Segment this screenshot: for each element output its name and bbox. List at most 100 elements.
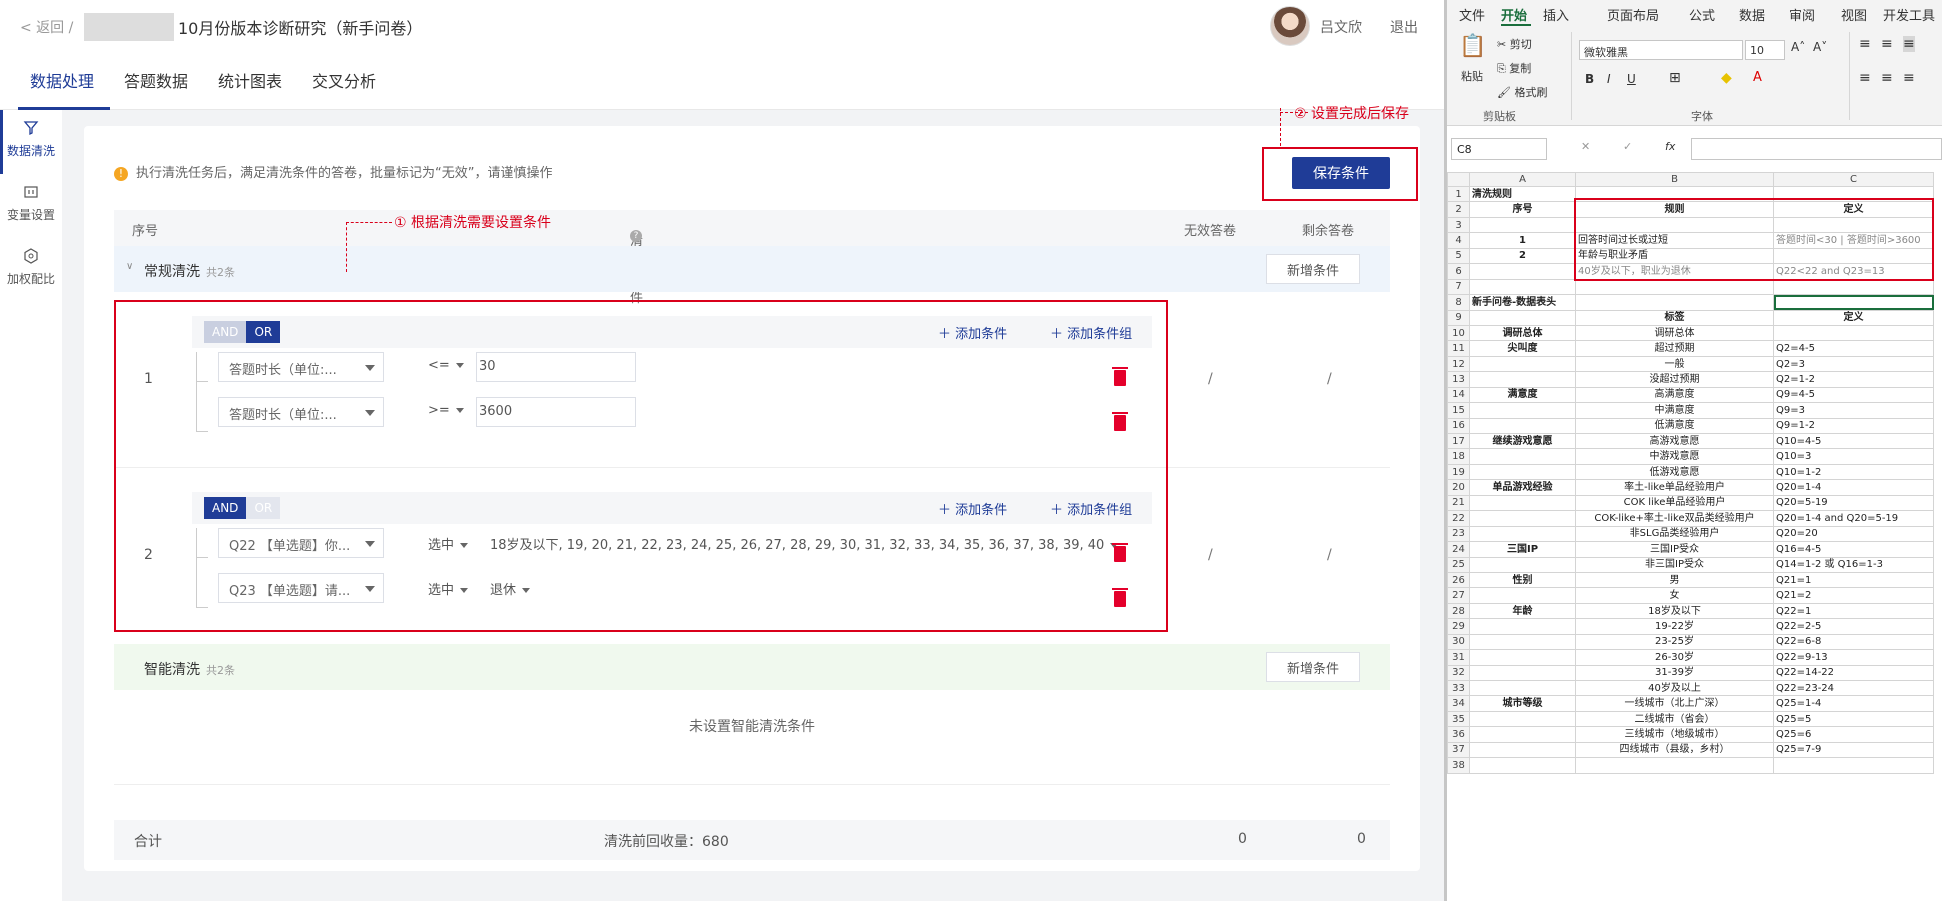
sheet-cell[interactable] <box>1469 525 1576 543</box>
sheet-cell[interactable]: Q2=4-5 <box>1773 340 1934 357</box>
row-header[interactable]: 24 <box>1447 541 1470 558</box>
value-input[interactable]: 30 <box>476 352 636 382</box>
sheet-cell[interactable]: 单品游戏经验 <box>1469 479 1576 496</box>
field-select[interactable]: Q22 【单选题】你... <box>218 528 384 558</box>
sheet-cell[interactable]: Q22=2-5 <box>1773 618 1934 635</box>
sheet-cell[interactable] <box>1469 278 1576 296</box>
sheet-cell[interactable]: 低满意度 <box>1575 417 1774 435</box>
align-middle-icon[interactable]: ≡ <box>1881 36 1893 52</box>
sheet-cell[interactable]: 城市等级 <box>1469 695 1576 712</box>
cancel-icon[interactable]: ✕ <box>1581 140 1590 153</box>
sheet-cell[interactable]: Q22=6-8 <box>1773 633 1934 651</box>
sheet-cell[interactable]: 非三国IP受众 <box>1575 556 1774 573</box>
sheet-cell[interactable]: 一般 <box>1575 355 1774 373</box>
fill-color-icon[interactable]: ◆ <box>1721 70 1732 86</box>
sheet-table[interactable]: A B C 1 清洗规则 2 序号 规则 定义 3 4 1 回答时间过长或过短 答题时间<30 | 答题时… <box>1447 172 1934 774</box>
field-select[interactable]: 答题时长（单位:... <box>218 352 384 382</box>
avatar[interactable] <box>1270 6 1310 46</box>
and-or-toggle[interactable]: AND OR <box>204 321 281 343</box>
menu-insert[interactable]: 插入 <box>1543 5 1569 24</box>
row-header[interactable]: 15 <box>1447 402 1470 419</box>
sheet-cell[interactable] <box>1469 309 1576 326</box>
row-header[interactable]: 23 <box>1447 525 1470 543</box>
value-input[interactable]: 3600 <box>476 397 636 427</box>
row-header[interactable]: 36 <box>1447 726 1470 743</box>
row-header[interactable]: 29 <box>1447 618 1470 635</box>
chevron-down-icon[interactable]: ∨ <box>126 261 133 272</box>
menu-formulas[interactable]: 公式 <box>1689 5 1715 24</box>
sheet-cell[interactable] <box>1575 216 1774 234</box>
sheet-cell[interactable]: Q25=7-9 <box>1773 741 1934 759</box>
sheet-cell[interactable]: 率土-like单品经验用户 <box>1575 479 1774 496</box>
sheet-cell[interactable] <box>1773 757 1934 774</box>
row-header[interactable]: 27 <box>1447 587 1470 604</box>
formula-input[interactable] <box>1691 138 1942 160</box>
sheet-cell[interactable]: 31-39岁 <box>1575 664 1774 682</box>
sheet-cell[interactable] <box>1575 757 1774 774</box>
tab-charts[interactable]: 统计图表 <box>218 68 282 92</box>
row-header[interactable]: 35 <box>1447 710 1470 728</box>
sheet-cell[interactable]: COK-like+率土-like双品类经验用户 <box>1575 510 1774 527</box>
sheet-cell[interactable] <box>1773 185 1934 203</box>
align-bottom-icon[interactable]: ≡ <box>1903 36 1915 52</box>
font-color-icon[interactable]: A <box>1753 70 1762 85</box>
row-header[interactable]: 30 <box>1447 633 1470 651</box>
underline-button[interactable]: U <box>1627 72 1636 86</box>
tab-data-processing[interactable]: 数据处理 <box>30 68 94 92</box>
option-multiselect[interactable]: 18岁及以下, 19, 20, 21, 22, 23, 24, 25, 26, … <box>490 534 1119 553</box>
sheet-cell[interactable]: 定义 <box>1773 201 1934 218</box>
menu-page-layout[interactable]: 页面布局 <box>1607 5 1659 24</box>
confirm-icon[interactable]: ✓ <box>1623 140 1632 153</box>
field-select[interactable]: Q23 【单选题】请... <box>218 573 384 603</box>
sheet-cell[interactable]: 规则 <box>1575 201 1774 218</box>
sheet-cell[interactable] <box>1469 371 1576 388</box>
menu-view[interactable]: 视图 <box>1841 5 1867 24</box>
align-center-icon[interactable]: ≡ <box>1881 70 1893 86</box>
sheet-cell[interactable] <box>1469 556 1576 573</box>
operator-select[interactable]: >= <box>428 403 464 418</box>
tab-cross-analysis[interactable]: 交叉分析 <box>312 68 376 92</box>
sheet-cell[interactable]: 非SLG品类经验用户 <box>1575 525 1774 543</box>
sheet-cell[interactable]: 超过预期 <box>1575 340 1774 357</box>
sheet-cell[interactable]: Q14=1-2 或 Q16=1-3 <box>1773 556 1934 573</box>
sheet-cell[interactable] <box>1575 185 1774 203</box>
delete-icon[interactable] <box>1112 543 1128 562</box>
sheet-cell[interactable]: 调研总体 <box>1469 324 1576 342</box>
sheet-cell[interactable] <box>1469 463 1576 481</box>
sheet-cell[interactable]: 标签 <box>1575 309 1774 326</box>
add-condition-button[interactable]: ＋ 添加条件 <box>938 499 1007 518</box>
row-header[interactable]: 3 <box>1447 216 1470 234</box>
or-option[interactable]: OR <box>246 497 281 519</box>
and-option[interactable]: AND <box>204 497 247 519</box>
sheet-cell[interactable]: Q25=6 <box>1773 726 1934 743</box>
sheet-cell[interactable]: 三线城市（地级城市） <box>1575 726 1774 743</box>
menu-home[interactable]: 开始 <box>1501 5 1527 24</box>
delete-icon[interactable] <box>1112 367 1128 386</box>
sheet-cell[interactable]: 2 <box>1469 247 1576 265</box>
function-icon[interactable]: fx <box>1665 140 1675 153</box>
sheet-cell[interactable] <box>1469 263 1576 280</box>
row-header[interactable]: 2 <box>1447 201 1470 218</box>
row-header[interactable]: 34 <box>1447 695 1470 712</box>
paste-icon[interactable]: 📋 <box>1459 34 1486 59</box>
sheet-cell[interactable] <box>1773 247 1934 265</box>
bold-button[interactable]: B <box>1585 72 1594 86</box>
row-header[interactable]: 10 <box>1447 324 1470 342</box>
logout-link[interactable]: 退出 <box>1390 17 1418 37</box>
sheet-cell[interactable] <box>1469 417 1576 435</box>
sheet-cell[interactable]: 女 <box>1575 587 1774 604</box>
format-painter-button[interactable]: 🖌 格式刷 <box>1497 84 1547 100</box>
spreadsheet-grid[interactable]: A B C 1 清洗规则 2 序号 规则 定义 3 4 1 回答时间过长或过短 答题时间<30 | 答题时… <box>1447 172 1942 901</box>
sheet-cell[interactable]: 二线城市（省会） <box>1575 710 1774 728</box>
sheet-cell[interactable] <box>1469 649 1576 666</box>
sheet-cell[interactable]: 高满意度 <box>1575 386 1774 404</box>
row-header[interactable]: 13 <box>1447 371 1470 388</box>
sheet-cell[interactable] <box>1575 278 1774 296</box>
sidebar-item-data-cleaning[interactable]: 数据清洗 <box>0 120 62 159</box>
row-header[interactable]: 6 <box>1447 263 1470 280</box>
sheet-cell[interactable]: Q22=23-24 <box>1773 679 1934 697</box>
and-option[interactable]: AND <box>204 321 247 343</box>
back-link[interactable]: < 返回 / <box>20 17 73 37</box>
shrink-font-button[interactable]: A˅ <box>1813 40 1827 54</box>
sheet-cell[interactable]: Q22=9-13 <box>1773 649 1934 666</box>
